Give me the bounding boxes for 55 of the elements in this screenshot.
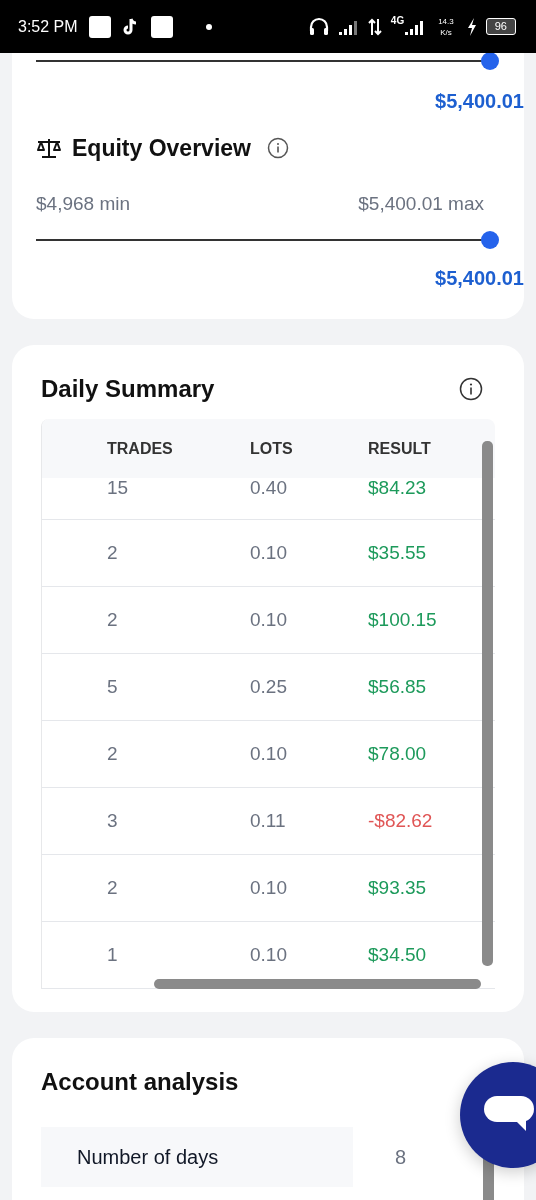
signal-icon [338,18,359,35]
table-cell-text: 2 [107,877,119,899]
table-cell-text: $78.00 [368,743,428,765]
table-cell-text: $35.55 [368,542,428,564]
scrollbar[interactable] [154,979,481,989]
notification-icon [88,15,111,38]
table-cell-text: 3 [107,810,119,832]
table-cell-text: 1 [107,944,119,966]
notification-icon [150,15,173,38]
table-cell-text: 0.10 [250,944,288,966]
info-icon[interactable] [266,137,289,159]
table-cell-text: 0.10 [250,877,288,899]
table-cell-text: $93.35 [368,877,428,899]
table-cell-text: $84.23 [368,478,428,498]
slider-value: $5,400.01 [434,266,524,290]
signal-icon [405,18,426,35]
min-value: $4,968 min [36,192,130,216]
battery-icon: 96 [485,18,516,35]
section-title: Equity Overview [72,134,251,162]
table-cell-text: 0.10 [250,542,288,564]
table-cell-text: $56.85 [368,676,428,698]
scrollbar[interactable] [482,441,493,966]
column-header: TRADES [107,439,174,458]
network-type: 4G [390,15,405,26]
column-header: RESULT [368,439,432,458]
table-cell: Number of days [41,1127,353,1187]
slider-value: $5,400.01 [434,89,524,113]
data-arrows-icon [367,17,382,36]
table-cell-text: 0.11 [250,810,287,832]
table-cell-text: 0.10 [250,743,288,765]
table-cell-text: 2 [107,609,119,631]
max-value: $5,400.01 max [358,192,484,216]
table-cell-text: 2 [107,542,119,564]
table-cell-text: $34.50 [368,944,428,966]
table-cell: 8 [395,1145,407,1169]
info-icon[interactable] [459,377,483,401]
table-cell-text: 0.10 [250,609,288,631]
dot-icon [205,23,212,30]
slider-thumb[interactable] [481,231,499,249]
section-title: Daily Summary [41,374,215,404]
table-cell-text: 0.40 [250,478,288,498]
table-cell-text: $100.15 [368,609,438,631]
column-header: LOTS [250,439,294,458]
speed-unit: K/s [440,26,452,38]
table-cell-text: -$82.62 [368,810,434,832]
table-cell-text: 2 [107,743,119,765]
table-cell-text: 5 [107,676,119,698]
network-speed: 14.3 [438,15,454,27]
headset-icon [307,16,330,37]
scale-icon [36,137,62,159]
section-title: Account analysis [41,1067,240,1097]
table-cell-text: 0.25 [250,676,288,698]
table-cell-text: 15 [107,478,130,498]
charging-icon [466,17,477,36]
status-time: 3:52 PM [18,17,78,36]
